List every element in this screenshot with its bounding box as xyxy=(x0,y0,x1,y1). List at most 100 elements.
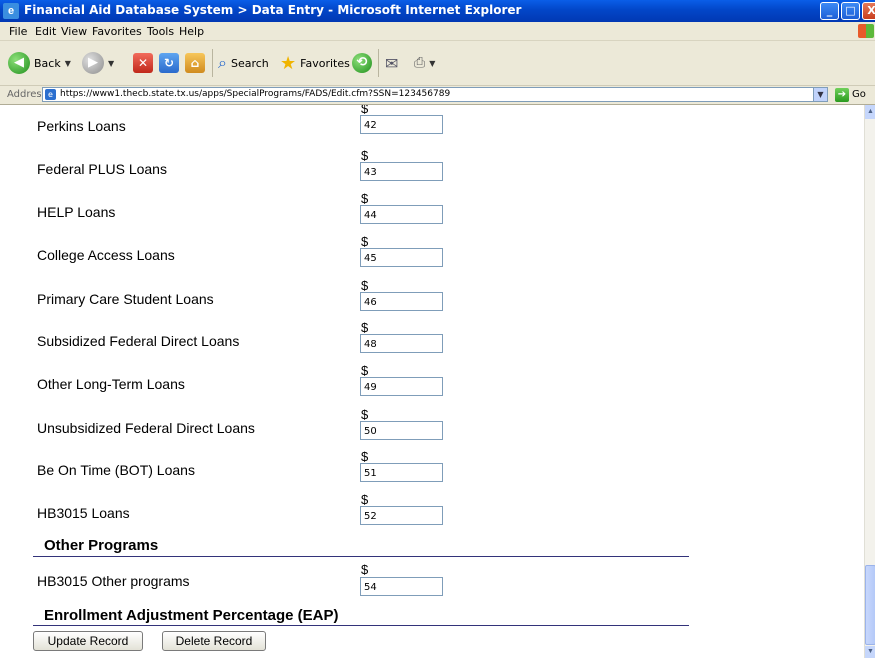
update-record-button[interactable]: Update Record xyxy=(33,631,143,651)
amount-input[interactable]: 50 xyxy=(360,421,443,440)
menu-bar: File Edit View Favorites Tools Help xyxy=(0,22,875,41)
minimize-button[interactable]: _ xyxy=(820,2,839,20)
home-icon: ⌂ xyxy=(185,53,205,73)
field-label: Federal PLUS Loans xyxy=(37,161,167,177)
scroll-up-icon[interactable]: ▲ xyxy=(865,105,875,119)
back-arrow-icon: ◀ xyxy=(8,52,30,74)
amount-input[interactable]: 48 xyxy=(360,334,443,353)
address-label: Address xyxy=(7,89,47,100)
search-label: Search xyxy=(230,56,269,70)
stop-icon: ✕ xyxy=(133,53,153,73)
currency-symbol: $ xyxy=(361,234,369,249)
currency-symbol: $ xyxy=(361,191,369,206)
address-bar: Address e https://www1.thecb.state.tx.us… xyxy=(0,86,875,105)
currency-symbol: $ xyxy=(361,492,369,507)
mail-button[interactable]: ✉ xyxy=(385,49,398,77)
amount-input[interactable]: 54 xyxy=(360,577,443,596)
form-row: Federal PLUS Loans $ 43 xyxy=(0,148,700,191)
amount-input[interactable]: 45 xyxy=(360,248,443,267)
amount-input[interactable]: 49 xyxy=(360,377,443,396)
field-label: HB3015 Other programs xyxy=(37,573,190,589)
refresh-button[interactable]: ↻ xyxy=(159,49,179,77)
toolbar-separator xyxy=(212,49,213,77)
currency-symbol: $ xyxy=(361,562,369,577)
menu-view[interactable]: View xyxy=(61,25,87,38)
form-row: College Access Loans $ 45 xyxy=(0,234,700,277)
favorites-button[interactable]: ★ Favorites xyxy=(280,49,350,77)
amount-input[interactable]: 51 xyxy=(360,463,443,482)
section-heading-other-programs: Other Programs xyxy=(44,537,159,554)
print-button[interactable]: ⎙ ▼ xyxy=(414,49,435,77)
menu-tools[interactable]: Tools xyxy=(147,25,174,38)
mail-icon: ✉ xyxy=(385,53,399,73)
amount-input[interactable]: 46 xyxy=(360,292,443,311)
currency-symbol: $ xyxy=(361,449,369,464)
form-row: Subsidized Federal Direct Loans $ 48 xyxy=(0,320,700,363)
star-icon: ★ xyxy=(280,52,297,74)
ie-window-icon[interactable]: e xyxy=(3,3,19,19)
menu-favorites[interactable]: Favorites xyxy=(92,25,142,38)
field-label: Subsidized Federal Direct Loans xyxy=(37,333,240,349)
menu-edit[interactable]: Edit xyxy=(35,25,56,38)
form-row: HELP Loans $ 44 xyxy=(0,191,700,234)
history-button[interactable]: ⟲ xyxy=(352,49,372,77)
address-input[interactable]: e https://www1.thecb.state.tx.us/apps/Sp… xyxy=(42,87,828,102)
go-button[interactable]: ➔ Go xyxy=(835,87,866,102)
menu-help[interactable]: Help xyxy=(179,25,204,38)
title-bar: e Financial Aid Database System > Data E… xyxy=(0,0,875,22)
amount-input[interactable]: 43 xyxy=(360,162,443,181)
form-row: Perkins Loans $ 42 xyxy=(0,105,700,148)
field-label: Be On Time (BOT) Loans xyxy=(37,462,195,478)
windows-logo-icon xyxy=(858,24,874,38)
history-icon: ⟲ xyxy=(352,53,372,73)
section-divider xyxy=(33,625,689,626)
page-content: Perkins Loans $ 42 Federal PLUS Loans $ … xyxy=(0,105,864,658)
currency-symbol: $ xyxy=(361,363,369,378)
currency-symbol: $ xyxy=(361,320,369,335)
amount-input[interactable]: 42 xyxy=(360,115,443,134)
form-row: Other Long-Term Loans $ 49 xyxy=(0,363,700,406)
go-arrow-icon: ➔ xyxy=(835,87,849,102)
field-label: HELP Loans xyxy=(37,204,116,220)
search-button[interactable]: ⌕ Search xyxy=(218,49,269,77)
amount-input[interactable]: 44 xyxy=(360,205,443,224)
field-label: Primary Care Student Loans xyxy=(37,291,214,307)
vertical-scrollbar[interactable]: ▲ ▼ xyxy=(864,105,875,658)
close-button[interactable]: X xyxy=(862,2,875,20)
back-label: Back xyxy=(34,56,61,70)
field-label: Perkins Loans xyxy=(37,118,126,134)
stop-button[interactable]: ✕ xyxy=(133,49,153,77)
form-row: Primary Care Student Loans $ 46 xyxy=(0,278,700,321)
section-divider xyxy=(33,556,689,557)
form-row: HB3015 Loans $ 52 xyxy=(0,492,700,535)
scrollbar-thumb[interactable] xyxy=(865,565,875,645)
address-dropdown[interactable]: ▼ xyxy=(813,88,827,101)
field-label: HB3015 Loans xyxy=(37,505,130,521)
section-heading-eap: Enrollment Adjustment Percentage (EAP) xyxy=(44,607,339,624)
field-label: Unsubsidized Federal Direct Loans xyxy=(37,420,255,436)
back-button[interactable]: ◀ Back ▼ xyxy=(8,49,71,77)
field-label: College Access Loans xyxy=(37,247,175,263)
maximize-button[interactable]: □ xyxy=(841,2,860,20)
toolbar: ◀ Back ▼ ▶ ▼ ✕ ↻ ⌂ ⌕ Search ★ Favorites … xyxy=(0,41,875,86)
address-url: https://www1.thecb.state.tx.us/apps/Spec… xyxy=(60,89,451,99)
forward-arrow-icon: ▶ xyxy=(82,52,104,74)
search-icon: ⌕ xyxy=(218,53,227,72)
chevron-down-icon: ▼ xyxy=(429,58,436,68)
delete-record-button[interactable]: Delete Record xyxy=(162,631,266,651)
currency-symbol: $ xyxy=(361,407,369,422)
forward-button[interactable]: ▶ ▼ xyxy=(82,49,114,77)
form-row: Be On Time (BOT) Loans $ 51 xyxy=(0,449,700,492)
print-icon: ⎙ xyxy=(414,55,426,71)
field-label: Other Long-Term Loans xyxy=(37,376,185,392)
menu-file[interactable]: File xyxy=(9,25,27,38)
currency-symbol: $ xyxy=(361,278,369,293)
form-row: HB3015 Other programs $ 54 xyxy=(0,559,700,602)
toolbar-separator xyxy=(378,49,379,77)
scroll-down-icon[interactable]: ▼ xyxy=(865,646,875,658)
page-icon: e xyxy=(45,89,56,100)
chevron-down-icon: ▼ xyxy=(108,58,115,68)
home-button[interactable]: ⌂ xyxy=(185,49,205,77)
chevron-down-icon: ▼ xyxy=(64,58,71,68)
amount-input[interactable]: 52 xyxy=(360,506,443,525)
